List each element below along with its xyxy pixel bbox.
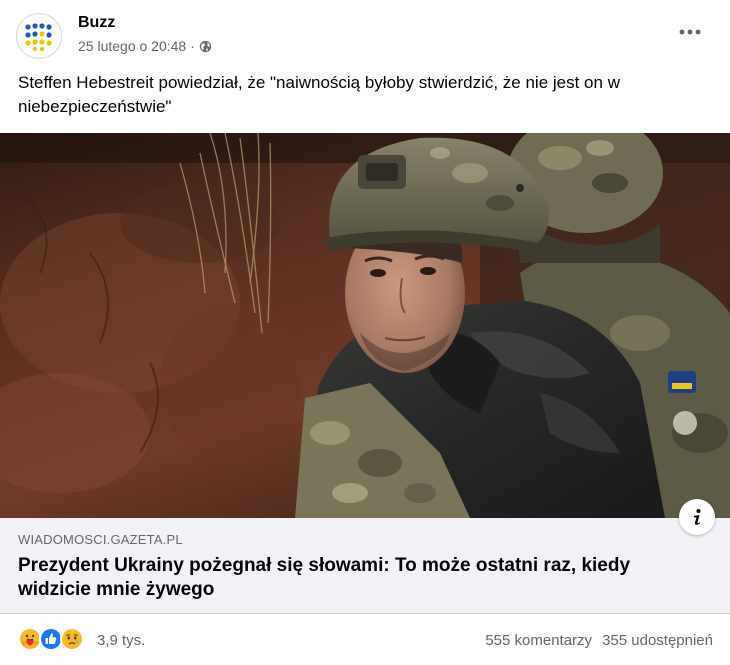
reactions-count[interactable]: 3,9 tys. [97, 631, 145, 650]
author-name[interactable]: Buzz [78, 12, 115, 34]
post-footer: 3,9 tys. 555 komentarzy 355 udostępnień [0, 614, 730, 665]
more-options-button[interactable] [672, 20, 708, 44]
post-meta: 25 lutego o 20:48 · [78, 37, 212, 55]
care-icon [20, 629, 40, 649]
link-title[interactable]: Prezydent Ukrainy pożegnał się słowami: … [18, 554, 698, 602]
link-preview-image[interactable] [0, 133, 730, 518]
reaction-icons[interactable] [18, 627, 84, 651]
avatar-logo-icon [25, 23, 52, 52]
sad-icon [62, 629, 82, 649]
info-button[interactable] [679, 499, 715, 535]
more-dots-icon [679, 29, 701, 35]
like-icon [41, 629, 61, 649]
meta-separator: · [190, 38, 195, 54]
post-photo [0, 133, 730, 518]
post-text: Steffen Hebestreit powiedział, że "naiwn… [18, 73, 620, 116]
post-card: Buzz 25 lutego o 20:48 · Steffen Hebestr… [0, 0, 730, 665]
post-date[interactable]: 25 lutego o 20:48 [78, 37, 186, 55]
shares-count[interactable]: 355 udostępnień [602, 631, 713, 650]
link-preview[interactable]: WIADOMOSCI.GAZETA.PL Prezydent Ukrainy p… [0, 518, 730, 614]
globe-icon[interactable] [199, 40, 212, 53]
sad-reaction [60, 627, 84, 651]
post-stats: 555 komentarzy 355 udostępnień [485, 631, 713, 650]
comments-count[interactable]: 555 komentarzy [485, 631, 592, 650]
link-domain: WIADOMOSCI.GAZETA.PL [18, 532, 183, 547]
info-icon [694, 509, 701, 525]
page-avatar[interactable] [16, 13, 62, 59]
